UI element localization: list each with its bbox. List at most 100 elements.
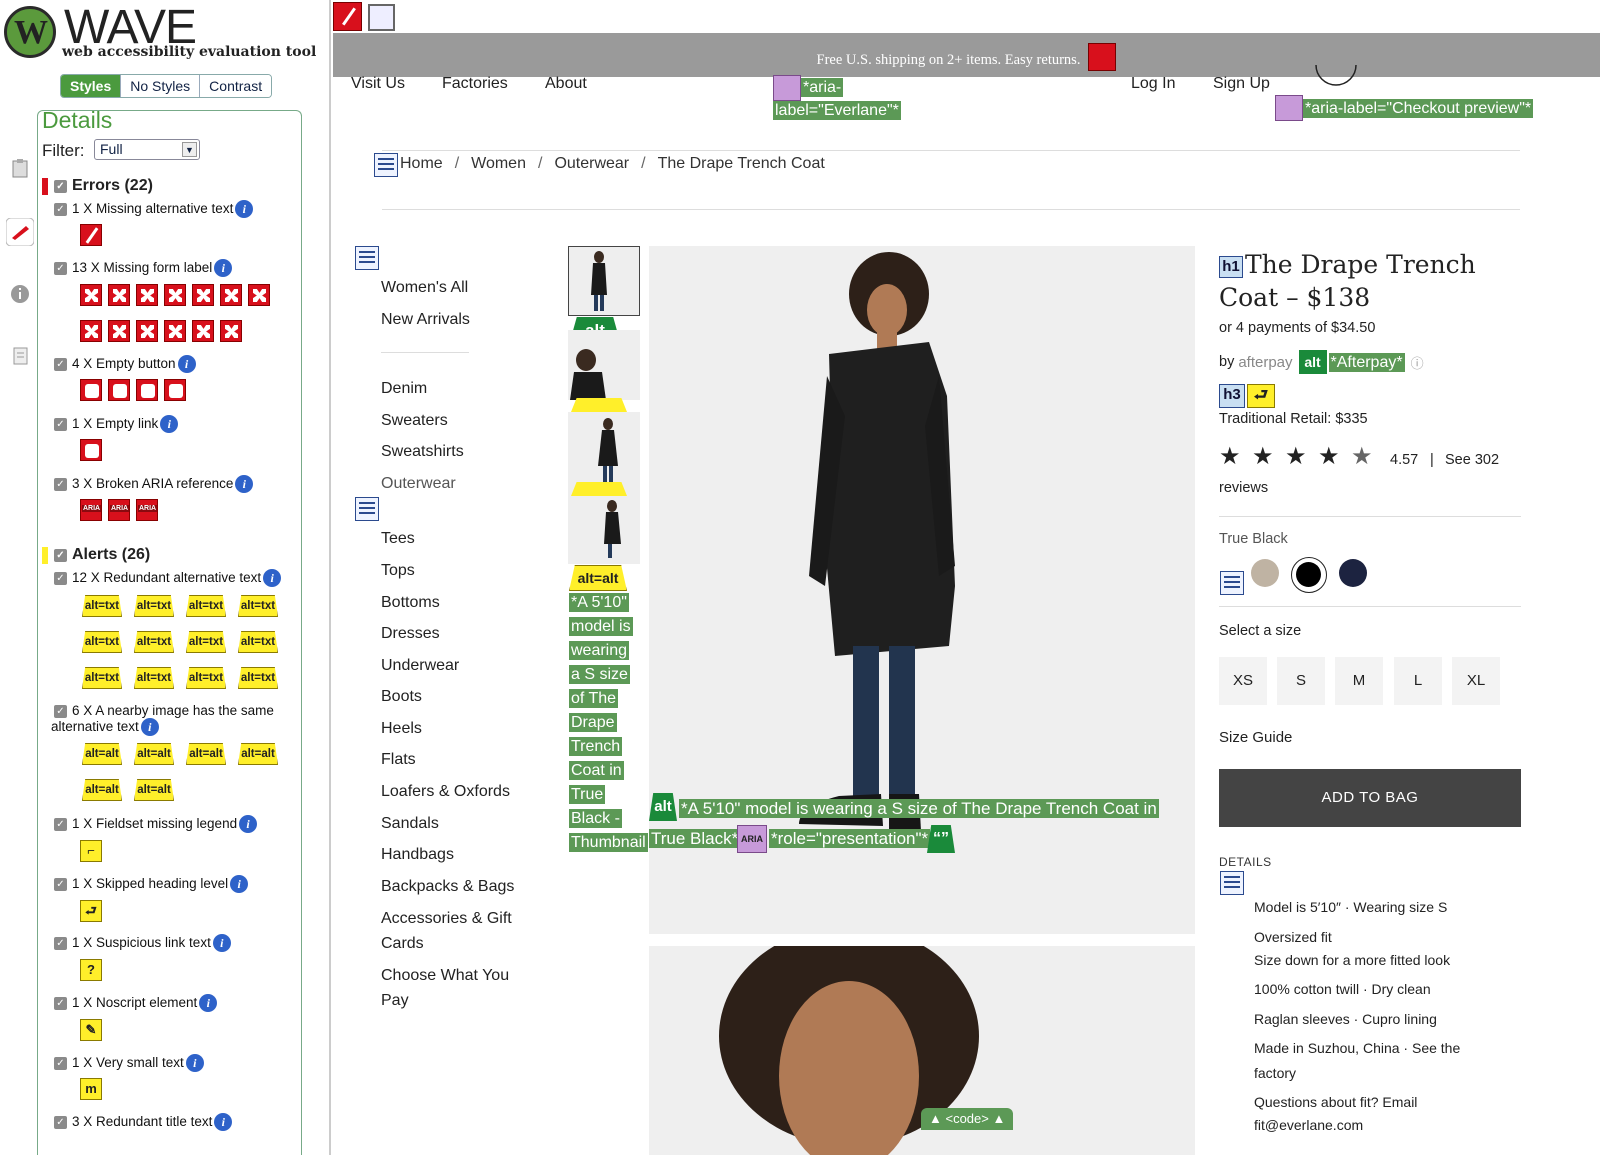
missing-label-icon[interactable] [164,284,186,306]
missing-label-icon[interactable] [192,284,214,306]
quote-icon[interactable]: “” [927,825,955,853]
side-boots[interactable]: Boots [381,688,422,706]
side-outerwear[interactable]: Outerwear [381,475,456,493]
aria-label-icon[interactable] [1275,95,1303,121]
same-alt-icon[interactable]: alt=alt [134,743,174,765]
checkbox[interactable]: ✓ [54,936,67,950]
side-dresses[interactable]: Dresses [381,625,440,643]
empty-link-icon[interactable] [80,439,102,461]
side-backpacks[interactable]: Backpacks & Bags [381,878,514,896]
redundant-alt-icon[interactable]: alt=txt [134,667,174,689]
alt-alt-badge-partial[interactable] [571,482,627,496]
size-xl[interactable]: XL [1452,657,1500,705]
nav-factories[interactable]: Factories [442,75,508,93]
alerts-checkbox[interactable]: ✓ [54,548,67,562]
missing-label-icon[interactable] [220,320,242,342]
tab-styles[interactable]: Styles [61,75,121,97]
side-accessories[interactable]: Accessories & Gift [381,910,512,928]
checkbox[interactable]: ✓ [54,571,67,585]
side-handbags[interactable]: Handbags [381,846,454,864]
info-icon[interactable]: i [263,569,282,588]
side-sweatshirts[interactable]: Sweatshirts [381,443,464,461]
missing-label-icon[interactable] [164,320,186,342]
missing-label-icon[interactable] [136,320,158,342]
crumb-outerwear[interactable]: Outerwear [554,155,629,172]
missing-label-icon[interactable] [220,284,242,306]
side-womens-all[interactable]: Women's All [381,279,468,297]
redundant-alt-icon[interactable]: alt=txt [134,595,174,617]
missing-label-icon[interactable] [108,320,130,342]
h1-badge[interactable]: h1 [1219,255,1243,278]
empty-button-icon[interactable] [80,379,102,401]
swatch-true-black-selected[interactable] [1291,557,1327,593]
alert-item[interactable]: ✓ 6 X A nearby image has the same [54,702,274,719]
alt-badge[interactable]: alt [1298,350,1327,374]
info-icon[interactable]: i [230,875,249,894]
document-icon[interactable] [10,346,30,366]
same-alt-icon[interactable]: alt=alt [186,743,226,765]
size-l[interactable]: L [1394,657,1442,705]
alt-badge[interactable]: alt [649,793,677,821]
empty-button-icon[interactable] [1088,42,1117,71]
side-underwear[interactable]: Underwear [381,657,459,675]
info-icon[interactable]: i [235,200,254,219]
checkbox[interactable]: ✓ [54,477,67,491]
side-accessories-cont[interactable]: Cards [381,935,424,953]
checkbox[interactable]: ✓ [54,1056,67,1070]
side-choose-cont[interactable]: Pay [381,992,409,1010]
alert-item[interactable]: ✓ 12 X Redundant alternative text i [54,569,282,588]
thumbnail-1[interactable] [568,246,640,316]
missing-alt-icon[interactable] [333,2,362,31]
thumbnail-2[interactable] [568,330,640,400]
document-icon[interactable] [368,4,395,31]
nav-about[interactable]: About [545,75,587,93]
same-alt-icon[interactable]: alt=alt [238,743,278,765]
redundant-alt-icon[interactable]: alt=txt [238,631,278,653]
error-item[interactable]: ✓ 1 X Empty link i [54,415,179,434]
flag-icon[interactable] [6,218,34,246]
alert-item[interactable]: ✓ 1 X Very small text i [54,1054,204,1073]
redundant-alt-icon[interactable]: alt=txt [186,667,226,689]
info-icon[interactable] [10,284,30,304]
filter-select[interactable]: Full ▼ [94,139,200,160]
empty-button-icon[interactable] [136,379,158,401]
redundant-alt-icon[interactable]: alt=txt [82,595,122,617]
alert-item[interactable]: ✓ 1 X Fieldset missing legend i [54,815,258,834]
side-new-arrivals[interactable]: New Arrivals [381,311,470,329]
error-item[interactable]: ✓ 4 X Empty button i [54,355,196,374]
add-to-bag-button[interactable]: ADD TO BAG [1219,769,1521,827]
checkbox[interactable]: ✓ [54,417,67,431]
checkbox[interactable]: ✓ [54,357,67,371]
empty-button-icon[interactable] [108,379,130,401]
error-item[interactable]: ✓ 13 X Missing form label i [54,259,233,278]
thumbnail-4[interactable] [568,496,640,564]
info-icon[interactable]: i [185,1054,204,1073]
tab-contrast[interactable]: Contrast [199,75,272,97]
fieldset-icon[interactable]: ⌐ [80,840,102,862]
code-badge[interactable]: ▲ <code> ▲ [921,1108,1014,1130]
alert-item[interactable]: ✓ 3 X Redundant title text i [54,1113,233,1132]
side-bottoms[interactable]: Bottoms [381,594,440,612]
missing-label-icon[interactable] [108,284,130,306]
nav-visit-us[interactable]: Visit Us [351,75,405,93]
redundant-alt-icon[interactable]: alt=txt [238,595,278,617]
redundant-alt-icon[interactable]: alt=txt [238,667,278,689]
error-item[interactable]: ✓ 1 X Missing alternative text i [54,200,254,219]
size-xs[interactable]: XS [1219,657,1267,705]
h3-badge[interactable]: h3 [1219,384,1245,408]
checkbox[interactable]: ✓ [54,877,67,891]
alt-alt-badge[interactable]: alt=alt [569,565,627,591]
nav-sign-up[interactable]: Sign Up [1213,75,1270,93]
aria-badge[interactable]: ARIA [737,825,767,853]
errors-category[interactable]: ✓ Errors (22) [42,177,153,195]
crumb-home[interactable]: Home [400,155,443,172]
suspicious-link-icon[interactable]: ? [80,959,102,981]
side-tees[interactable]: Tees [381,530,415,548]
checkbox[interactable]: ✓ [54,704,67,718]
nav-log-in[interactable]: Log In [1131,75,1175,93]
small-text-icon[interactable]: m [80,1078,102,1100]
missing-label-icon[interactable] [80,284,102,306]
checkbox[interactable]: ✓ [54,1115,67,1129]
alt-alt-badge-partial[interactable] [571,398,627,412]
checkbox[interactable]: ✓ [54,261,67,275]
